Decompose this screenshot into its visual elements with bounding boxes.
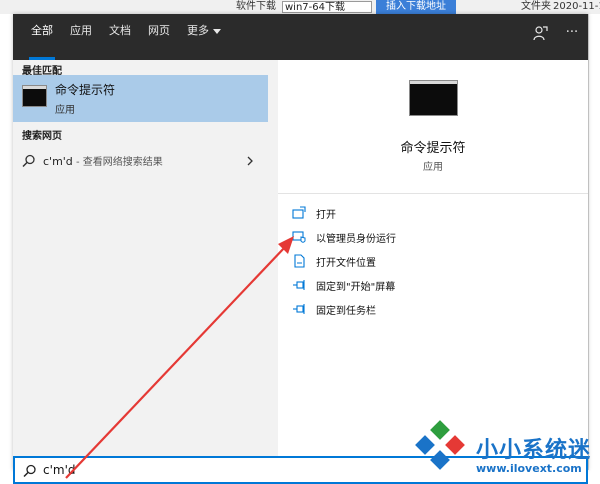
search-panel: 全部 应用 文档 网页 更多 ··· 最佳匹配 命令提示符 应用 搜索网页 c'…	[13, 14, 588, 470]
best-match-item[interactable]: 命令提示符 应用	[13, 75, 268, 122]
tab-more[interactable]: 更多	[187, 14, 221, 60]
tab-apps[interactable]: 应用	[70, 14, 92, 60]
detail-app-type: 应用	[423, 162, 443, 173]
pin-icon	[292, 278, 306, 292]
more-options-icon[interactable]: ···	[563, 24, 581, 42]
best-match-subtitle: 应用	[55, 105, 75, 116]
web-search-item[interactable]: c'm'd - 查看网络搜索结果	[13, 148, 268, 174]
software-download-label: 软件下载	[236, 1, 276, 12]
background-window-strip: 软件下载 win7-64下载 插入下载地址 文件夹 2020-11-1	[0, 0, 600, 14]
tab-label: 文档	[109, 24, 131, 37]
web-search-suffix: - 查看网络搜索结果	[72, 157, 163, 168]
chevron-right-icon[interactable]	[245, 154, 255, 168]
background-window-edge	[588, 14, 600, 470]
search-icon	[23, 464, 37, 478]
run-as-admin-icon	[292, 230, 306, 244]
action-label: 固定到"开始"屏幕	[316, 282, 396, 293]
action-run-as-admin[interactable]: 以管理员身份运行	[292, 228, 492, 248]
tab-label: 应用	[70, 24, 92, 37]
detail-app-name: 命令提示符	[400, 141, 466, 156]
icon-titlebar	[410, 81, 457, 84]
feedback-icon[interactable]	[531, 24, 549, 42]
icon-titlebar	[23, 86, 46, 89]
watermark-url: www.ilovext.com	[476, 462, 582, 475]
tab-label: 网页	[148, 24, 170, 37]
web-search-text: c'm'd - 查看网络搜索结果	[43, 153, 163, 168]
watermark-name: 小小系统迷	[476, 438, 592, 463]
open-icon	[292, 206, 306, 220]
chevron-down-icon	[213, 28, 221, 34]
tab-web[interactable]: 网页	[148, 14, 170, 60]
insert-download-link-button[interactable]: 插入下载地址	[376, 0, 456, 14]
web-search-query: c'm'd	[43, 155, 73, 168]
action-label: 打开	[316, 210, 336, 221]
web-search-heading: 搜索网页	[22, 131, 62, 142]
tab-label: 全部	[31, 24, 53, 37]
open-file-location-icon	[292, 254, 306, 268]
detail-divider	[278, 193, 588, 194]
action-label: 打开文件位置	[316, 258, 376, 269]
tab-documents[interactable]: 文档	[109, 14, 131, 60]
action-open-file-location[interactable]: 打开文件位置	[292, 252, 492, 272]
pin-icon	[292, 302, 306, 316]
action-open[interactable]: 打开	[292, 204, 492, 224]
watermark: 小小系统迷 www.ilovext.com	[412, 420, 592, 482]
tab-all[interactable]: 全部	[29, 14, 55, 60]
detail-pane: 命令提示符 应用 打开 以管理员身份运行 打开文件位置 固定到"开始"屏幕 固定…	[278, 60, 588, 470]
search-icon	[22, 154, 36, 168]
command-prompt-icon	[22, 85, 47, 107]
folder-label: 文件夹	[521, 1, 551, 12]
watermark-logo-icon	[415, 420, 465, 470]
tab-label: 更多	[187, 24, 209, 37]
download-combo[interactable]: win7-64下载	[282, 1, 372, 13]
action-label: 固定到任务栏	[316, 306, 376, 317]
search-input-value[interactable]: c'm'd	[43, 463, 76, 477]
best-match-title: 命令提示符	[55, 83, 116, 97]
search-tab-bar: 全部 应用 文档 网页 更多 ···	[13, 14, 588, 60]
command-prompt-large-icon	[409, 80, 458, 116]
action-pin-to-start[interactable]: 固定到"开始"屏幕	[292, 276, 492, 296]
action-label: 以管理员身份运行	[316, 234, 396, 245]
action-pin-to-taskbar[interactable]: 固定到任务栏	[292, 300, 492, 320]
results-column: 最佳匹配 命令提示符 应用 搜索网页 c'm'd - 查看网络搜索结果	[13, 60, 268, 430]
date-label: 2020-11-1	[553, 1, 600, 12]
